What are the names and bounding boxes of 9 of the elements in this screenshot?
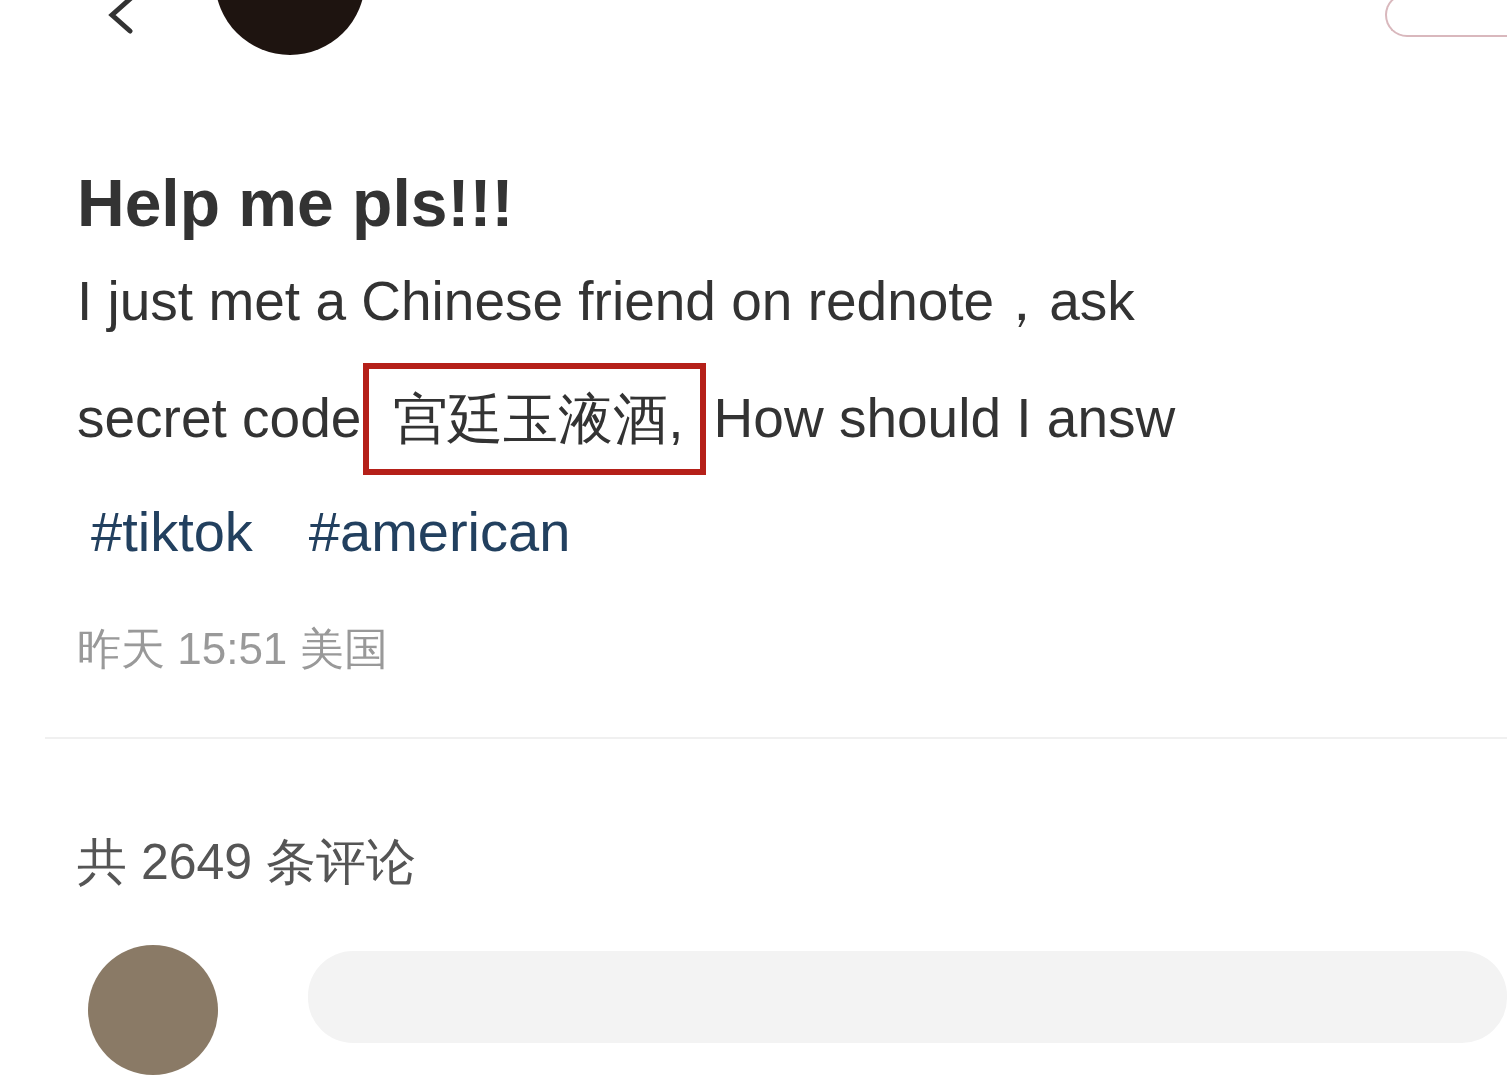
post-text: I just met a Chinese friend on rednote，ask	[77, 269, 1136, 334]
hashtag-link[interactable]: #american	[308, 477, 571, 587]
comment-count: 共 2649 条评论	[77, 833, 417, 892]
post-meta: 昨天 15:51 美国	[77, 623, 389, 675]
post-text: How should I answ	[713, 386, 1176, 451]
post-title: Help me pls!!!	[77, 165, 515, 242]
post-text: secret code	[77, 386, 362, 451]
highlight-box: 宫廷玉液酒,	[363, 362, 706, 475]
hashtag-link[interactable]: #tiktok	[91, 477, 253, 587]
